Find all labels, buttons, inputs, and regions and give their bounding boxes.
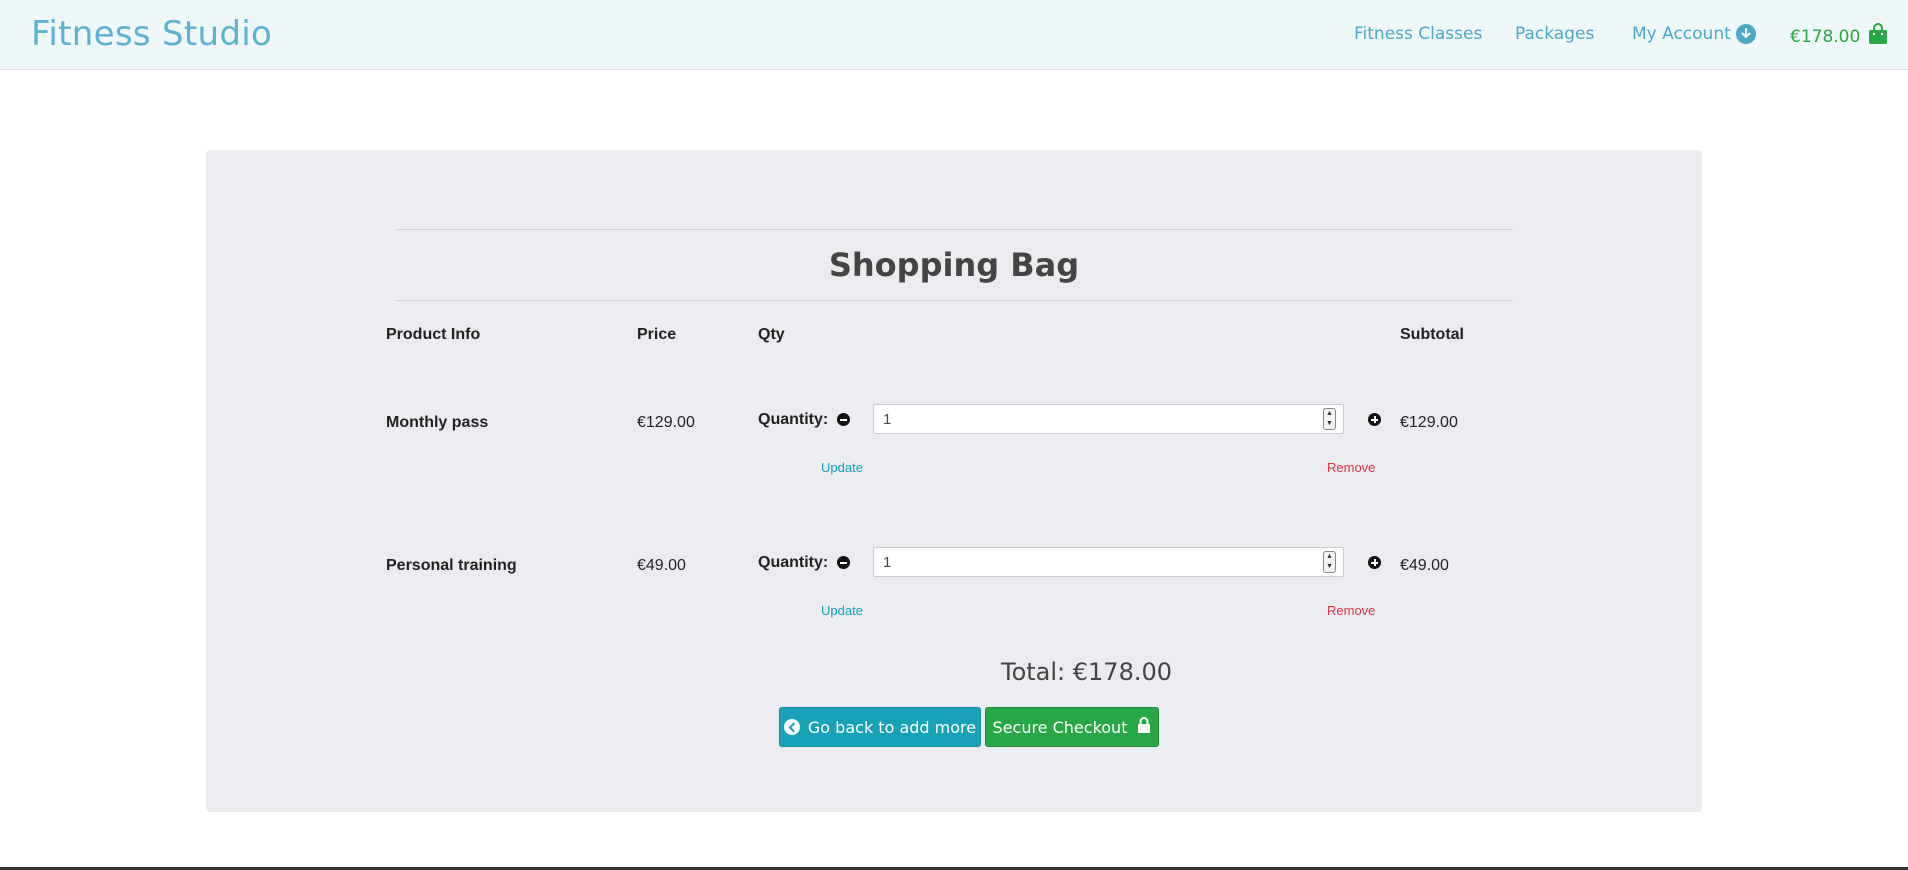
nav-fitness-classes[interactable]: Fitness Classes <box>1354 24 1482 44</box>
product-name: Monthly pass <box>386 414 489 431</box>
product-price: €49.00 <box>637 557 686 574</box>
column-header-product: Product Info <box>386 326 481 343</box>
bag-item-row: Personal training €49.00 Quantity: ▲▼ Up… <box>206 543 1702 663</box>
column-header-price: Price <box>637 326 677 343</box>
arrow-circle-down-icon <box>1735 24 1756 44</box>
secure-checkout-button[interactable]: Secure Checkout <box>985 707 1159 747</box>
bag-total-text: Total: €178.00 <box>1001 658 1173 686</box>
decrement-quantity-icon[interactable] <box>837 556 850 569</box>
column-header-subtotal: Subtotal <box>1400 326 1464 343</box>
bag-total: €178.00 <box>1790 26 1861 47</box>
quantity-input[interactable] <box>873 547 1344 577</box>
go-back-label: Go back to add more <box>807 717 977 737</box>
quantity-spinner[interactable]: ▲ ▼ <box>1323 408 1336 430</box>
divider <box>396 300 1513 301</box>
increment-quantity-icon[interactable] <box>1368 556 1381 569</box>
shopping-bag-card: Shopping Bag Product Info Price Qty Subt… <box>206 150 1702 812</box>
lock-icon <box>1137 717 1151 737</box>
navbar: Fitness Studio Fitness Classes Packages … <box>0 0 1908 70</box>
nav-my-account-label: My Account <box>1632 24 1731 44</box>
chevron-circle-left-icon <box>783 719 800 735</box>
shopping-bag-icon <box>1868 23 1888 50</box>
column-header-qty: Qty <box>758 326 785 343</box>
remove-link[interactable]: Remove <box>1327 460 1375 475</box>
nav-packages[interactable]: Packages <box>1515 24 1594 44</box>
bag-item-row: Monthly pass €129.00 Quantity: ▲▼ Update… <box>206 400 1702 520</box>
page-title: Shopping Bag <box>828 246 1080 284</box>
quantity-spinner[interactable]: ▲ ▼ <box>1323 551 1336 573</box>
product-subtotal: €129.00 <box>1400 414 1458 431</box>
update-link[interactable]: Update <box>821 603 863 618</box>
product-subtotal: €49.00 <box>1400 557 1449 574</box>
quantity-input[interactable] <box>873 404 1344 434</box>
brand-logo[interactable]: Fitness Studio <box>31 14 272 54</box>
product-price: €129.00 <box>637 414 695 431</box>
shopping-bag-link[interactable]: €178.00 <box>1790 23 1888 50</box>
remove-link[interactable]: Remove <box>1327 603 1375 618</box>
divider <box>396 229 1513 230</box>
increment-quantity-icon[interactable] <box>1368 413 1381 426</box>
update-link[interactable]: Update <box>821 460 863 475</box>
product-name: Personal training <box>386 557 517 574</box>
nav-my-account[interactable]: My Account <box>1632 24 1756 44</box>
decrement-quantity-icon[interactable] <box>837 413 850 426</box>
quantity-label: Quantity: <box>758 411 829 428</box>
go-back-button[interactable]: Go back to add more <box>779 707 981 747</box>
quantity-label: Quantity: <box>758 554 829 571</box>
secure-checkout-label: Secure Checkout <box>992 717 1128 737</box>
